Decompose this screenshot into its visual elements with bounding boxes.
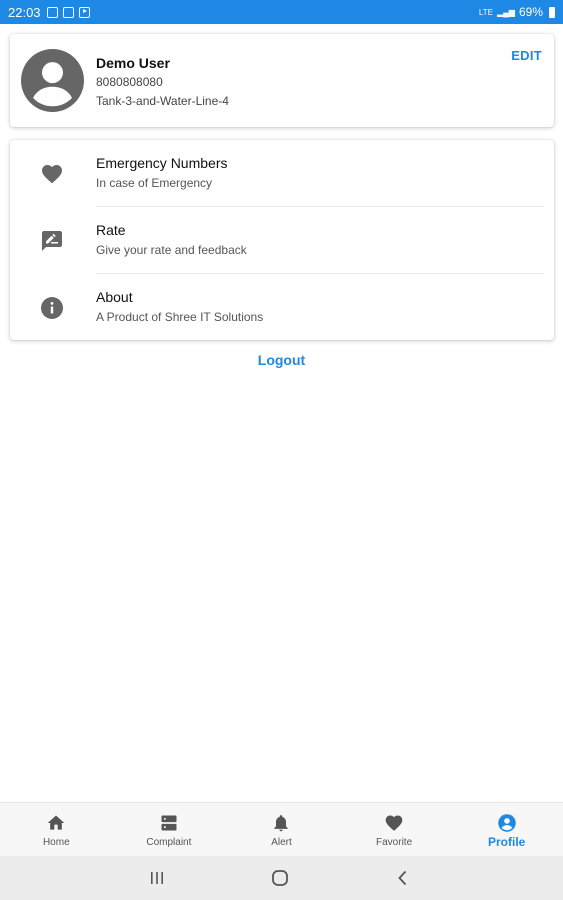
user-location: Tank-3-and-Water-Line-4 [96, 94, 229, 108]
menu-item-title: Emergency Numbers [96, 155, 228, 171]
recent-apps-icon[interactable] [147, 868, 167, 888]
nav-item-favorite[interactable]: Favorite [338, 803, 451, 856]
edit-profile-button[interactable]: EDIT [511, 48, 542, 63]
menu-card: Emergency Numbers In case of Emergency R… [10, 140, 554, 340]
server-icon [161, 815, 177, 831]
menu-item-rate[interactable]: Rate Give your rate and feedback [10, 207, 554, 274]
nav-item-alert[interactable]: Alert [225, 803, 338, 856]
user-name: Demo User [96, 55, 170, 71]
nav-item-complaint[interactable]: Complaint [113, 803, 226, 856]
nav-label: Complaint [146, 837, 192, 848]
rate-review-icon [42, 231, 62, 251]
user-phone: 8080808080 [96, 75, 163, 89]
info-icon [41, 297, 63, 319]
profile-card: Demo User 8080808080 Tank-3-and-Water-Li… [10, 34, 554, 127]
signal-icon: ▂▄▆ [496, 7, 515, 17]
menu-item-subtitle: In case of Emergency [96, 176, 213, 190]
network-type: LTE [478, 7, 493, 17]
nav-label: Favorite [376, 837, 413, 848]
notification-icon [46, 6, 58, 18]
system-nav-bar [0, 856, 563, 900]
status-right: LTE ▂▄▆ 69% [479, 5, 555, 19]
menu-item-title: About [96, 289, 133, 305]
account-circle-icon [497, 814, 516, 832]
youtube-notification-icon [78, 6, 90, 18]
menu-item-subtitle: Give your rate and feedback [96, 243, 247, 257]
back-icon[interactable] [393, 868, 413, 888]
image-notification-icon [62, 6, 74, 18]
menu-item-title: Rate [96, 222, 126, 238]
battery-icon [549, 6, 555, 18]
heart-icon [385, 815, 403, 831]
account-circle-icon [21, 49, 84, 112]
menu-item-about[interactable]: About A Product of Shree IT Solutions [10, 274, 554, 341]
menu-item-subtitle: A Product of Shree IT Solutions [96, 310, 264, 324]
status-time: 22:03 [8, 4, 41, 20]
home-button-icon[interactable] [270, 868, 290, 888]
battery-percent: 69% [518, 5, 543, 19]
bell-icon [274, 815, 289, 832]
menu-item-emergency-numbers[interactable]: Emergency Numbers In case of Emergency [10, 140, 554, 207]
home-icon [47, 815, 65, 830]
nav-item-profile[interactable]: Profile [450, 803, 563, 856]
nav-label: Alert [271, 837, 292, 848]
bottom-nav: Home Complaint Alert Favorite Profile [0, 802, 563, 856]
nav-item-home[interactable]: Home [0, 803, 113, 856]
nav-label: Home [42, 837, 70, 848]
heart-icon [42, 165, 62, 184]
status-bar: 22:03 LTE ▂▄▆ 69% [0, 0, 563, 24]
nav-label: Profile [488, 835, 526, 849]
logout-button[interactable]: Logout [0, 352, 563, 368]
